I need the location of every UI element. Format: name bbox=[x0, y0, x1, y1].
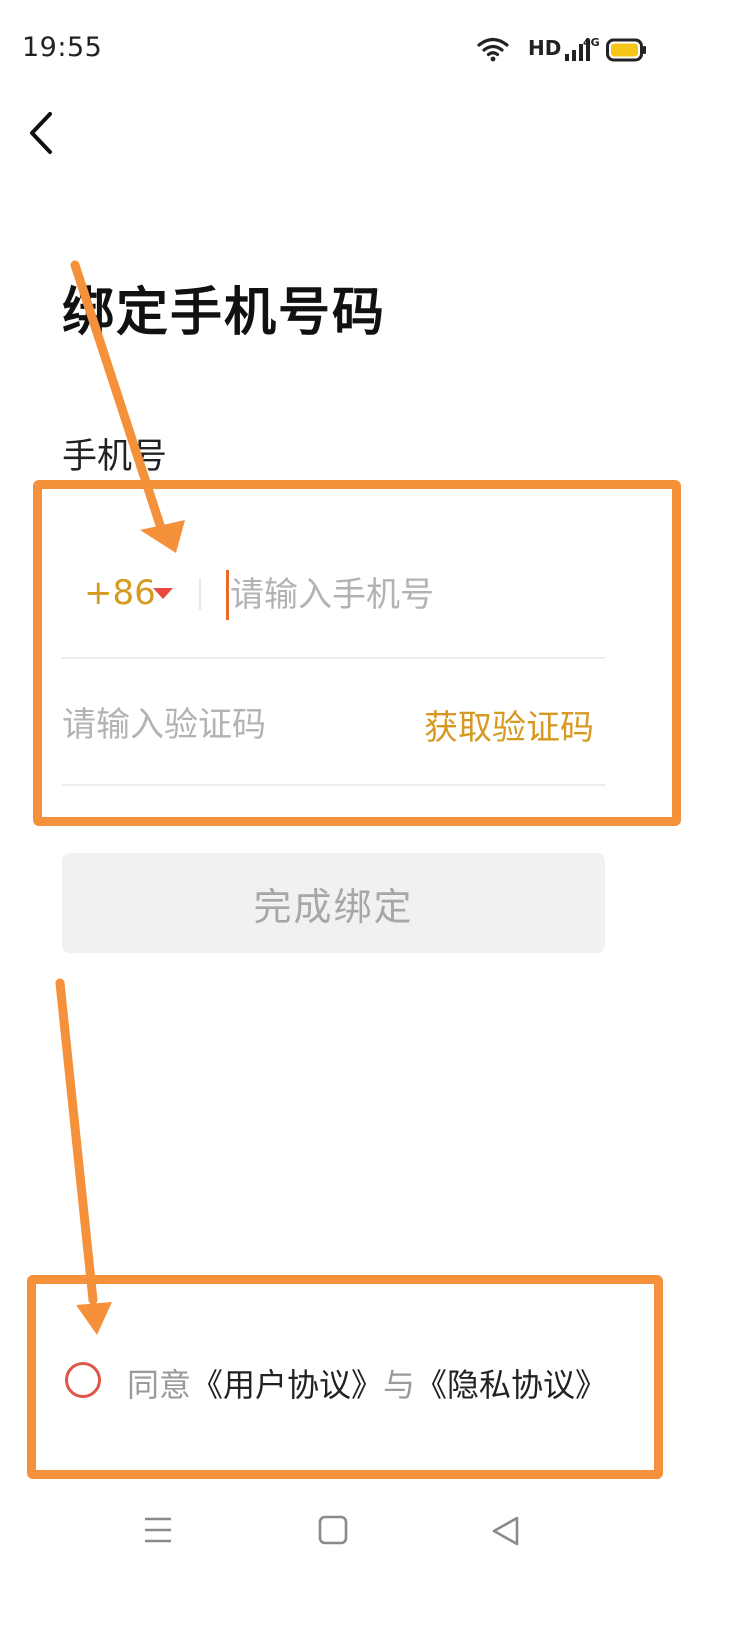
annotation-box-agreement bbox=[27, 1275, 663, 1479]
back-triangle-icon[interactable] bbox=[490, 1515, 522, 1547]
page-title: 绑定手机号码 bbox=[62, 283, 387, 343]
status-time: 19:55 bbox=[22, 32, 103, 63]
battery-icon bbox=[606, 38, 646, 62]
complete-binding-button[interactable]: 完成绑定 bbox=[62, 853, 605, 953]
home-square-icon[interactable] bbox=[318, 1515, 348, 1545]
menu-icon[interactable] bbox=[142, 1515, 174, 1545]
chevron-left-icon bbox=[30, 112, 52, 154]
hd-label: HD bbox=[528, 36, 562, 60]
phone-label: 手机号 bbox=[62, 437, 168, 477]
annotation-box-form bbox=[33, 480, 681, 826]
back-button[interactable] bbox=[22, 108, 62, 158]
signal-icon bbox=[565, 39, 590, 61]
wifi-icon bbox=[477, 37, 509, 62]
